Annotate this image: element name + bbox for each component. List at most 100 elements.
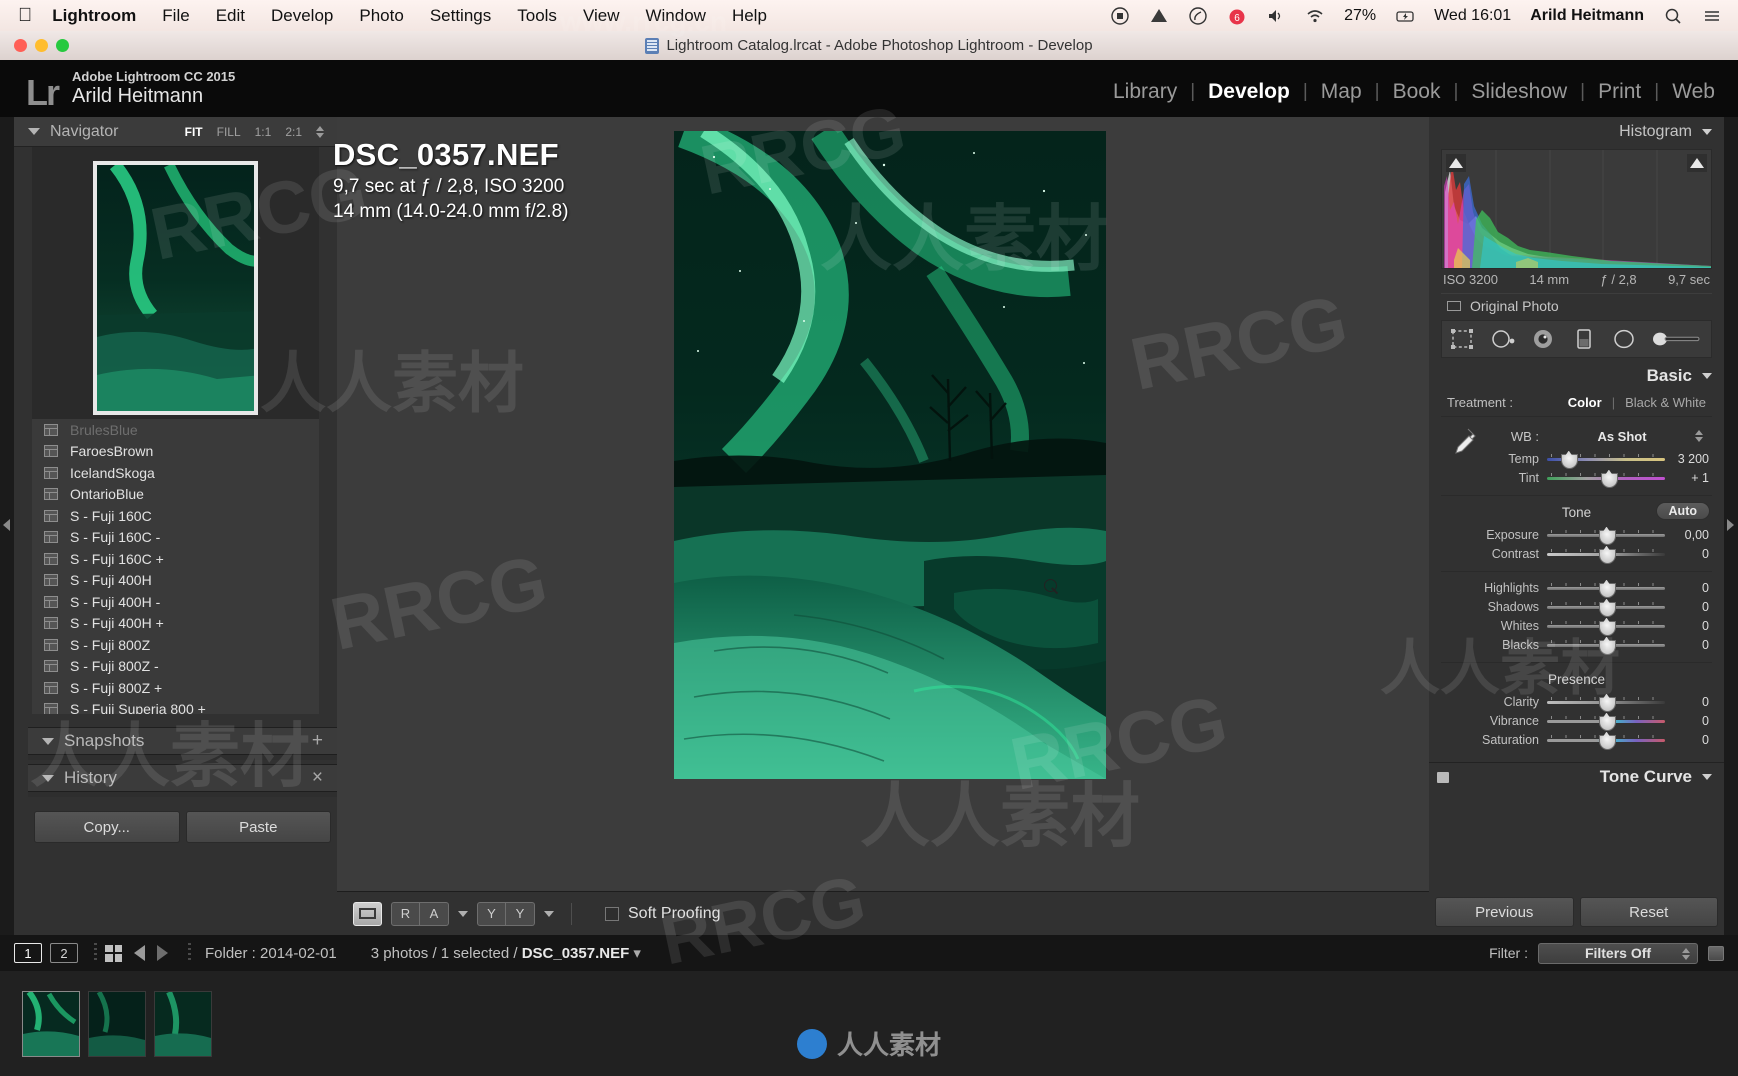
wb-row[interactable]: WB : As Shot	[1441, 423, 1712, 449]
minimize-window-button[interactable]	[35, 39, 48, 52]
collapse-triangle-icon[interactable]	[1702, 373, 1712, 379]
filmstrip[interactable]: 人人素材	[0, 971, 1738, 1076]
screen-2-button[interactable]: 2	[50, 943, 78, 963]
preset-item[interactable]: S - Fuji 800Z -	[32, 656, 319, 678]
wb-stepper-icon[interactable]	[1695, 429, 1704, 443]
loupe-view-button[interactable]	[353, 901, 382, 926]
add-snapshot-button[interactable]: +	[312, 730, 337, 752]
previous-button[interactable]: Previous	[1435, 897, 1574, 927]
slider-row[interactable]: Contrast 0	[1441, 544, 1712, 564]
preset-item[interactable]: S - Fuji 400H +	[32, 613, 319, 635]
image-canvas[interactable]: DSC_0357.NEF 9,7 sec at ƒ / 2,8, ISO 320…	[333, 117, 1443, 935]
preset-item[interactable]: BrulesBlue	[32, 419, 319, 441]
tool-strip[interactable]	[1441, 320, 1712, 358]
zoom-2-1[interactable]: 2:1	[285, 125, 302, 139]
left-panel-collapse-handle[interactable]	[0, 117, 14, 935]
reset-button[interactable]: Reset	[1579, 897, 1718, 927]
slider-value[interactable]: 0	[1665, 714, 1711, 728]
filter-lock-icon[interactable]	[1708, 945, 1724, 961]
preset-item[interactable]: S - Fuji Superia 800 +	[32, 699, 319, 714]
preset-item[interactable]: S - Fuji 160C +	[32, 548, 319, 570]
module-library[interactable]: Library	[1100, 80, 1190, 104]
module-book[interactable]: Book	[1380, 80, 1454, 104]
menu-item-lightroom[interactable]: Lightroom	[52, 6, 136, 26]
treatment-bw-option[interactable]: Black & White	[1625, 395, 1706, 410]
grid-view-icon[interactable]	[105, 944, 122, 962]
apple-menu-icon[interactable]: 	[18, 6, 32, 25]
slider-handle[interactable]	[1599, 695, 1616, 712]
module-slideshow[interactable]: Slideshow	[1458, 80, 1580, 104]
slider-row[interactable]: Vibrance 0	[1441, 711, 1712, 731]
before-after-y2-button[interactable]: Y	[506, 901, 535, 926]
slider-track[interactable]	[1547, 471, 1665, 488]
menu-item-file[interactable]: File	[162, 6, 189, 26]
collapse-triangle-icon[interactable]	[1702, 773, 1712, 780]
creative-cloud-icon[interactable]	[1188, 6, 1208, 26]
preset-list[interactable]: BrulesBlue FaroesBrown IcelandSkoga Ontario…	[32, 419, 319, 714]
slider-row[interactable]: Shadows 0	[1441, 597, 1712, 617]
slider-row[interactable]: Clarity 0	[1441, 692, 1712, 712]
highlight-clipping-button[interactable]	[1687, 154, 1707, 172]
navigator-thumbnail[interactable]	[93, 161, 258, 415]
navigator-zoom-levels[interactable]: FIT FILL 1:1 2:1	[185, 125, 337, 139]
treatment-row[interactable]: Treatment : Color | Black & White	[1441, 389, 1712, 417]
original-photo-row[interactable]: Original Photo	[1441, 293, 1712, 317]
preset-item[interactable]: S - Fuji 800Z +	[32, 677, 319, 699]
preset-item[interactable]: S - Fuji 160C	[32, 505, 319, 527]
navigator-preview[interactable]	[32, 147, 319, 429]
slider-value[interactable]: 0	[1665, 638, 1711, 652]
slider-row[interactable]: Highlights 0	[1441, 578, 1712, 598]
slider-value[interactable]: 3 200	[1665, 452, 1711, 466]
before-after-yy-caret-icon[interactable]	[544, 910, 554, 917]
zoom-1-1[interactable]: 1:1	[255, 125, 272, 139]
dropbox-icon[interactable]	[1149, 6, 1169, 26]
adjustment-brush-icon[interactable]	[1652, 328, 1704, 350]
treatment-color-option[interactable]: Color	[1568, 395, 1602, 410]
identity-plate[interactable]: Lr Adobe Lightroom CC 2015 Arild Heitman…	[26, 69, 235, 110]
slider-row[interactable]: Exposure 0,00	[1441, 525, 1712, 545]
red-eye-correction-icon[interactable]	[1530, 328, 1556, 350]
copy-settings-button[interactable]: Copy...	[34, 811, 180, 843]
slider-track[interactable]	[1547, 600, 1665, 617]
slider-value[interactable]: 0	[1665, 695, 1711, 709]
filmstrip-thumbnail[interactable]	[154, 990, 212, 1057]
slider-row[interactable]: Whites 0	[1441, 616, 1712, 636]
window-controls[interactable]	[14, 31, 69, 60]
preset-item[interactable]: S - Fuji 400H	[32, 570, 319, 592]
radial-filter-icon[interactable]	[1611, 328, 1637, 350]
slider-handle[interactable]	[1599, 619, 1616, 636]
slider-handle[interactable]	[1599, 581, 1616, 598]
spot-removal-icon[interactable]	[1490, 328, 1516, 350]
paste-settings-button[interactable]: Paste	[185, 811, 331, 843]
history-header[interactable]: History ×	[28, 764, 337, 791]
navigator-header[interactable]: Navigator FIT FILL 1:1 2:1	[14, 117, 337, 147]
zoom-window-button[interactable]	[56, 39, 69, 52]
volume-icon[interactable]	[1266, 6, 1286, 26]
preset-item[interactable]: IcelandSkoga	[32, 462, 319, 484]
slider-track[interactable]	[1547, 695, 1665, 712]
app-badge-icon[interactable]: 6	[1227, 6, 1247, 26]
before-after-ra-buttons[interactable]: R A	[391, 901, 449, 926]
basic-panel-header[interactable]: Basic	[1429, 362, 1724, 390]
slider-value[interactable]: 0,00	[1665, 528, 1711, 542]
auto-tone-button[interactable]: Auto	[1655, 502, 1710, 520]
module-picker[interactable]: Library | Develop | Map | Book | Slidesh…	[1100, 80, 1728, 104]
wb-value[interactable]: As Shot	[1549, 429, 1695, 444]
slider-handle[interactable]	[1599, 714, 1616, 731]
white-balance-selector-icon[interactable]	[1445, 425, 1479, 459]
slider-track[interactable]	[1547, 714, 1665, 731]
slider-track[interactable]	[1547, 547, 1665, 564]
slider-value[interactable]: + 1	[1665, 471, 1711, 485]
filmstrip-thumbnail[interactable]	[88, 990, 146, 1057]
before-after-r-button[interactable]: R	[391, 901, 420, 926]
histogram-graph[interactable]	[1441, 149, 1712, 269]
slider-track[interactable]	[1547, 528, 1665, 545]
soft-proofing-checkbox[interactable]	[605, 906, 619, 921]
wifi-icon[interactable]	[1305, 6, 1325, 26]
clear-history-button[interactable]: ×	[312, 767, 337, 789]
menu-item-develop[interactable]: Develop	[271, 6, 333, 26]
spotlight-search-icon[interactable]	[1663, 6, 1683, 26]
notification-center-icon[interactable]	[1702, 6, 1722, 26]
before-after-yy-buttons[interactable]: Y Y	[477, 901, 535, 926]
close-window-button[interactable]	[14, 39, 27, 52]
